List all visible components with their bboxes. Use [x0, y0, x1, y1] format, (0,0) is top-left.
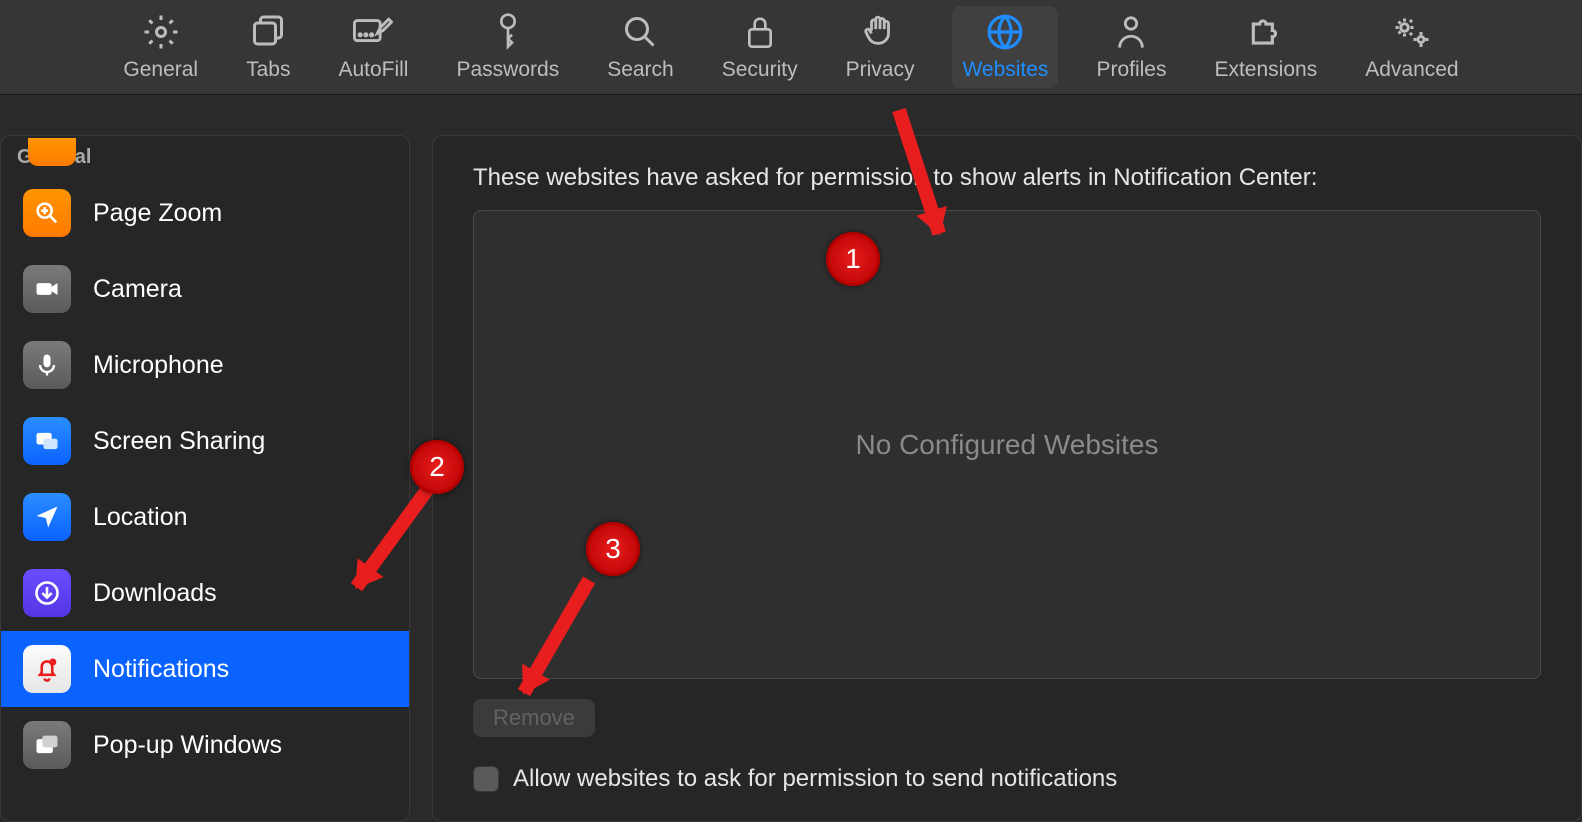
- allow-notifications-label: Allow websites to ask for permission to …: [513, 765, 1117, 793]
- empty-state-text: No Configured Websites: [856, 429, 1159, 461]
- tabs-icon: [250, 12, 286, 52]
- toolbar-general[interactable]: General: [113, 6, 208, 88]
- sidebar-item-label: Page Zoom: [93, 199, 222, 228]
- screen-sharing-icon: [23, 417, 71, 465]
- bell-icon: [23, 645, 71, 693]
- toolbar-advanced[interactable]: Advanced: [1355, 6, 1468, 88]
- toolbar-label: Passwords: [456, 58, 559, 82]
- sidebar-item-camera[interactable]: Camera: [1, 251, 409, 327]
- person-icon: [1114, 12, 1148, 52]
- remove-button[interactable]: Remove: [473, 699, 595, 737]
- toolbar-profiles[interactable]: Profiles: [1086, 6, 1176, 88]
- zoom-icon: [23, 189, 71, 237]
- toolbar-label: Search: [607, 58, 674, 82]
- websites-listbox[interactable]: No Configured Websites: [473, 210, 1541, 679]
- sidebar-item-label: Camera: [93, 275, 182, 304]
- annotation-marker-3: 3: [586, 522, 640, 576]
- toolbar-autofill[interactable]: AutoFill: [328, 6, 418, 88]
- puzzle-icon: [1247, 12, 1285, 52]
- annotation-marker-2: 2: [410, 440, 464, 494]
- toolbar-label: Tabs: [246, 58, 290, 82]
- sidebar-item-popups[interactable]: Pop-up Windows: [1, 707, 409, 783]
- toolbar-label: Extensions: [1214, 58, 1317, 82]
- allow-notifications-checkbox[interactable]: [473, 766, 499, 792]
- toolbar-label: AutoFill: [338, 58, 408, 82]
- hand-icon: [863, 12, 897, 52]
- sidebar-item-label: Screen Sharing: [93, 427, 265, 456]
- search-icon: [622, 12, 658, 52]
- toolbar-label: Websites: [962, 58, 1048, 82]
- sidebar-item-label: Downloads: [93, 579, 217, 608]
- sidebar-item-peek: [28, 138, 76, 166]
- sidebar-item-label: Location: [93, 503, 188, 532]
- pencil-icon: [353, 12, 393, 52]
- toolbar-passwords[interactable]: Passwords: [446, 6, 569, 88]
- main-description: These websites have asked for permission…: [473, 164, 1541, 192]
- sidebar-item-label: Pop-up Windows: [93, 731, 282, 760]
- sidebar-item-label: Microphone: [93, 351, 224, 380]
- sidebar-item-location[interactable]: Location: [1, 479, 409, 555]
- sidebar-item-downloads[interactable]: Downloads: [1, 555, 409, 631]
- toolbar-tabs[interactable]: Tabs: [236, 6, 300, 88]
- gear-icon: [143, 12, 179, 52]
- key-icon: [492, 12, 524, 52]
- toolbar-label: Profiles: [1096, 58, 1166, 82]
- microphone-icon: [23, 341, 71, 389]
- sidebar-item-microphone[interactable]: Microphone: [1, 327, 409, 403]
- toolbar-label: Security: [722, 58, 798, 82]
- sidebar: General Page Zoom Camera Microphone Scre…: [0, 135, 410, 822]
- toolbar-privacy[interactable]: Privacy: [836, 6, 925, 88]
- gears-icon: [1391, 12, 1433, 52]
- toolbar-label: Advanced: [1365, 58, 1458, 82]
- toolbar-search[interactable]: Search: [597, 6, 684, 88]
- globe-icon: [986, 12, 1024, 52]
- toolbar-security[interactable]: Security: [712, 6, 808, 88]
- toolbar-label: General: [123, 58, 198, 82]
- annotation-marker-1: 1: [826, 232, 880, 286]
- downloads-icon: [23, 569, 71, 617]
- camera-icon: [23, 265, 71, 313]
- toolbar-extensions[interactable]: Extensions: [1204, 6, 1327, 88]
- popup-icon: [23, 721, 71, 769]
- sidebar-item-notifications[interactable]: Notifications: [1, 631, 409, 707]
- sidebar-item-label: Notifications: [93, 655, 229, 684]
- location-icon: [23, 493, 71, 541]
- toolbar-websites[interactable]: Websites: [952, 6, 1058, 88]
- preferences-toolbar: General Tabs AutoFill Passwords Search S…: [0, 0, 1582, 95]
- lock-icon: [744, 12, 776, 52]
- sidebar-item-screen-sharing[interactable]: Screen Sharing: [1, 403, 409, 479]
- sidebar-item-page-zoom[interactable]: Page Zoom: [1, 175, 409, 251]
- toolbar-label: Privacy: [846, 58, 915, 82]
- main-panel: These websites have asked for permission…: [432, 135, 1582, 822]
